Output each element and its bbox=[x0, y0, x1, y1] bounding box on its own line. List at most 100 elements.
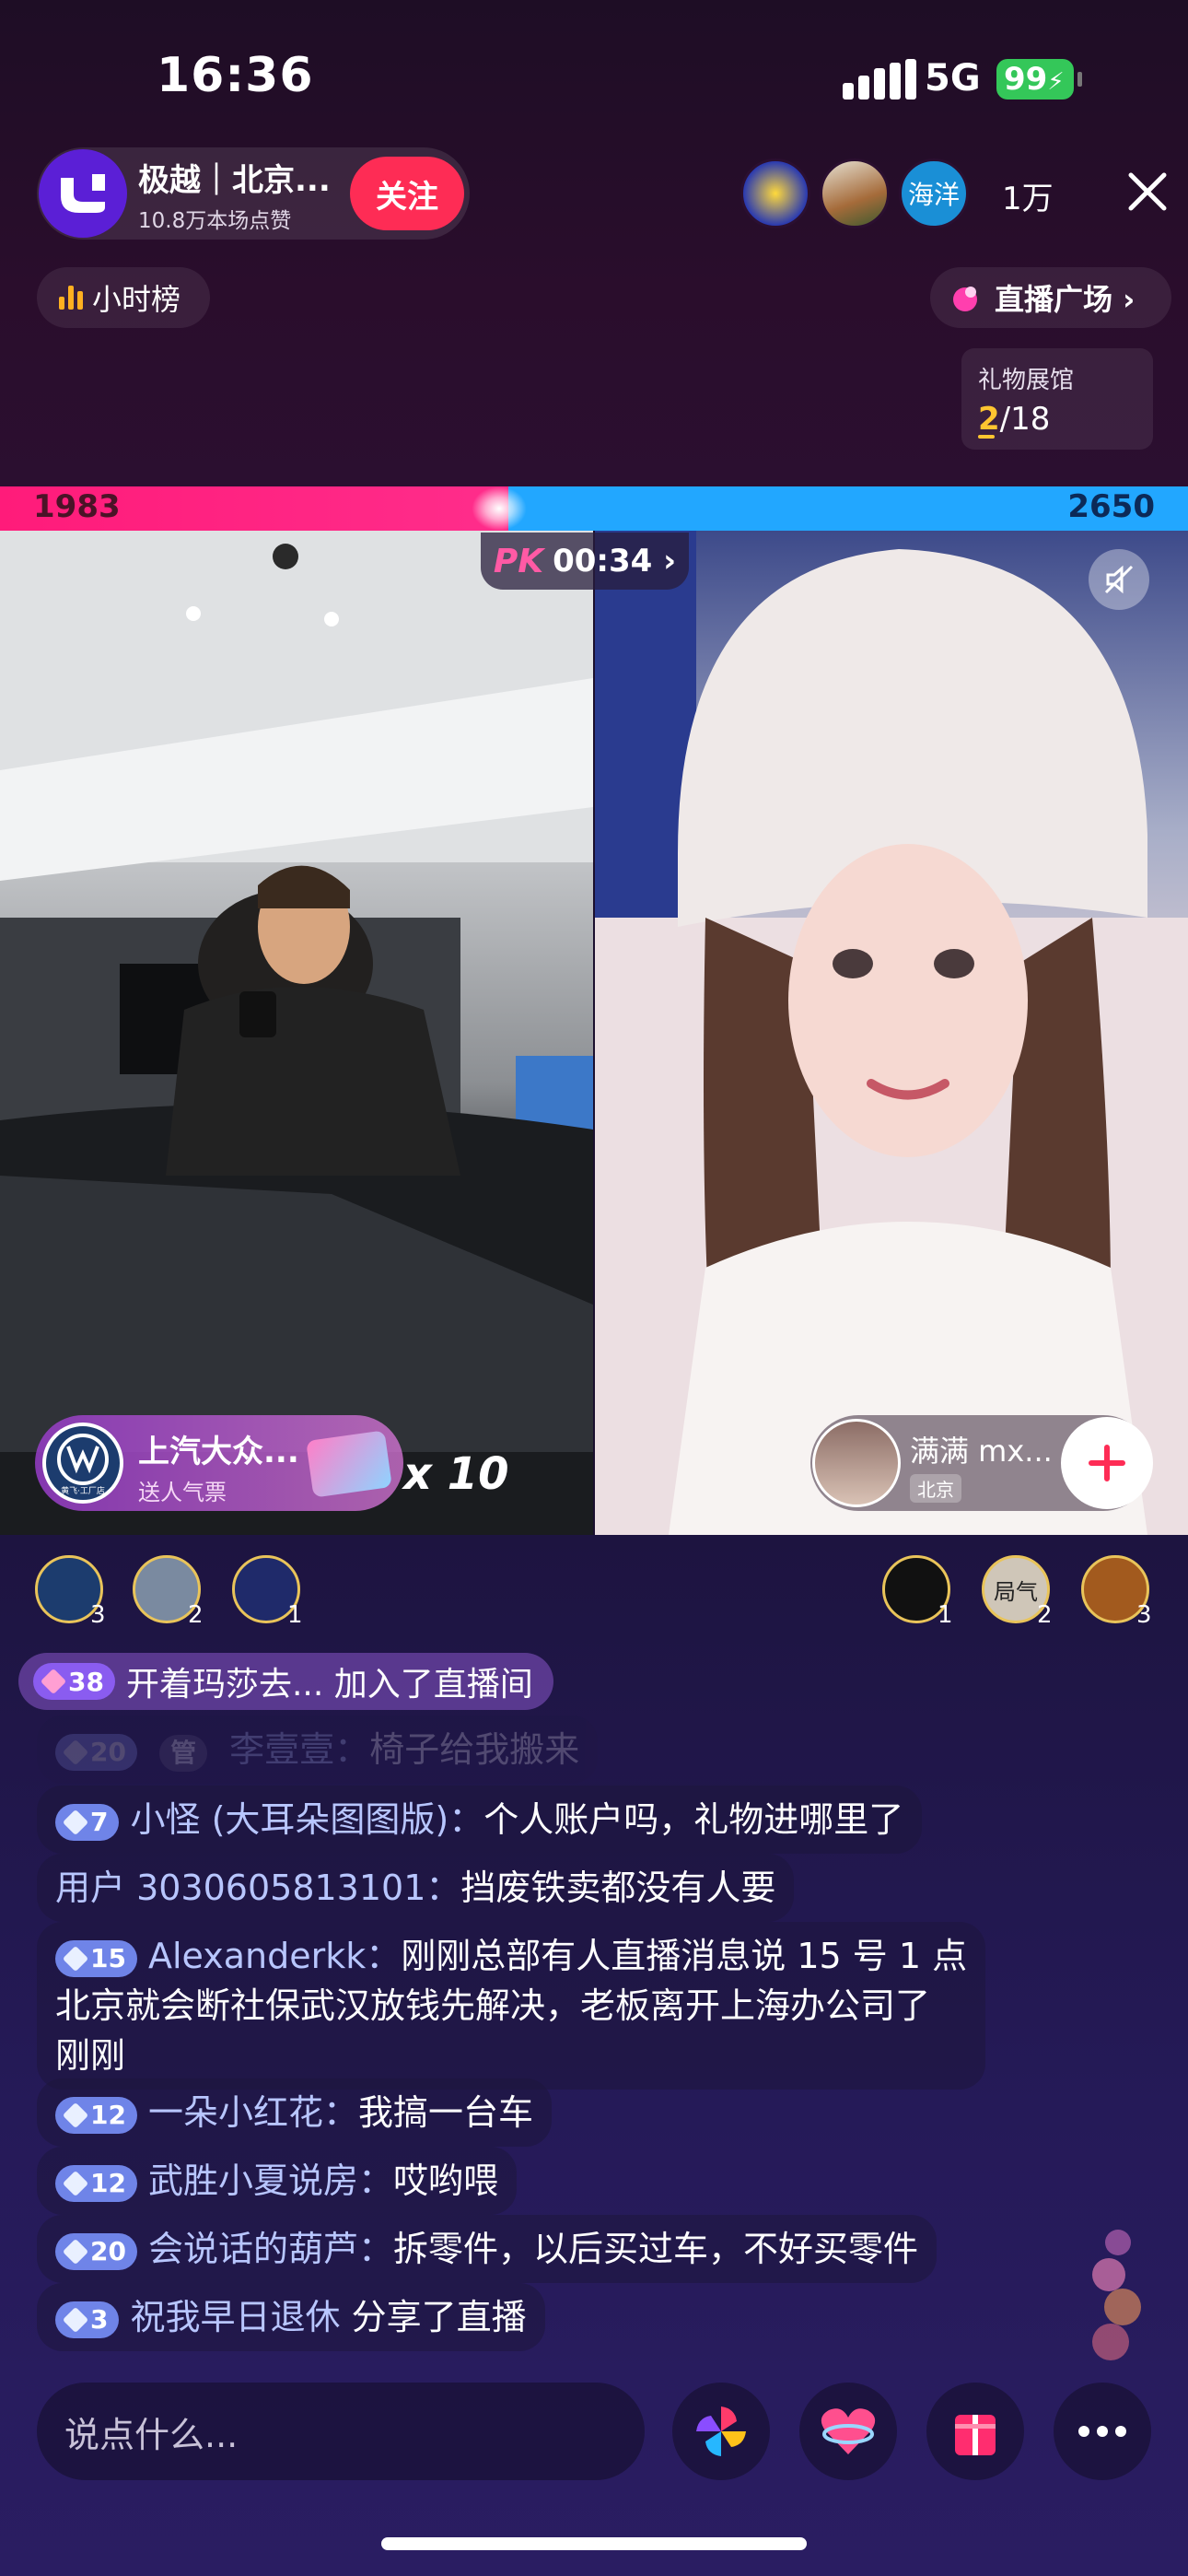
faded-message: 椅子给我搬来 bbox=[369, 1729, 580, 1770]
battery-icon: 99⚡ bbox=[996, 59, 1074, 100]
vw-logo-caption: 黄飞·工厂店 bbox=[61, 1485, 105, 1496]
host-avatar[interactable] bbox=[39, 149, 127, 238]
chat-text: 刚刚总部有人直播消息说 15 号 1 点 bbox=[401, 1936, 968, 1976]
gem-icon bbox=[62, 2170, 89, 2197]
chat-message[interactable]: 20 会说话的葫芦：拆零件，以后买过车，不好买零件 bbox=[37, 2215, 937, 2283]
join-text: 开着玛莎去... 加入了直播间 bbox=[125, 1666, 533, 1704]
chat-text: 分享了直播 bbox=[340, 2297, 527, 2337]
chat-text: 哎哟喂 bbox=[392, 2160, 498, 2201]
contributor-rank: 2 bbox=[188, 1601, 204, 1629]
sponsor-name: 上汽大众... bbox=[138, 1434, 299, 1470]
contributor-rank: 2 bbox=[1037, 1601, 1053, 1629]
gem-icon bbox=[62, 1945, 89, 1973]
chat-message-faded: 20 管 李壹壹：椅子给我搬来 bbox=[37, 1715, 599, 1784]
hourly-rank-button[interactable]: 小时榜 bbox=[37, 267, 210, 328]
chat-level: 20 bbox=[90, 2236, 126, 2266]
gift-hall-title: 礼物展馆 bbox=[978, 367, 1075, 394]
chat-text: 个人账户吗，礼物进哪里了 bbox=[483, 1799, 904, 1840]
plaza-icon bbox=[953, 287, 977, 311]
viewer-avatar-1[interactable] bbox=[740, 158, 810, 228]
hourly-rank-label: 小时榜 bbox=[92, 282, 181, 317]
contributor-rank: 1 bbox=[287, 1601, 303, 1629]
chat-user[interactable]: 武胜小夏说房： bbox=[148, 2160, 393, 2201]
jiyue-logo-icon bbox=[61, 174, 105, 213]
admin-tag: 管 bbox=[159, 1735, 208, 1772]
join-notice: 38 开着玛莎去... 加入了直播间 bbox=[18, 1653, 553, 1710]
host-likes: 10.8万本场点赞 bbox=[138, 209, 292, 233]
guest-avatar[interactable] bbox=[812, 1419, 901, 1507]
chat-user[interactable]: 用户 3030605813101： bbox=[55, 1868, 460, 1908]
chat-level: 12 bbox=[90, 2100, 126, 2130]
gem-icon bbox=[62, 2306, 89, 2334]
chat-user[interactable]: 小怪 (大耳朵图图版)： bbox=[130, 1799, 483, 1840]
pk-right-score: 2650 bbox=[1067, 488, 1155, 525]
chat-message[interactable]: 15 Alexanderkk：刚刚总部有人直播消息说 15 号 1 点北京就会断社… bbox=[37, 1922, 986, 2090]
contributor-rank: 3 bbox=[1136, 1601, 1152, 1629]
mute-button[interactable] bbox=[1089, 549, 1149, 610]
host-video-scene bbox=[0, 531, 593, 1535]
follow-guest-button[interactable] bbox=[1061, 1417, 1153, 1509]
gift-hall-total: /18 bbox=[999, 401, 1051, 438]
guest-location: 北京 bbox=[910, 1474, 961, 1503]
join-level: 38 bbox=[68, 1666, 104, 1697]
pk-score-bar bbox=[0, 486, 1188, 531]
gift-multiplier: x 10 bbox=[403, 1448, 509, 1500]
mute-icon bbox=[1104, 565, 1134, 594]
gem-icon bbox=[62, 1739, 89, 1766]
like-button[interactable] bbox=[799, 2383, 897, 2480]
battery-tip bbox=[1077, 72, 1082, 87]
pk-timer[interactable]: PK 00:34 › bbox=[481, 533, 689, 590]
chat-message[interactable]: 12 武胜小夏说房：哎哟喂 bbox=[37, 2147, 517, 2215]
viewer-count[interactable]: 1万 bbox=[1002, 173, 1054, 218]
guest-video[interactable] bbox=[595, 531, 1188, 1535]
contributor-rank: 1 bbox=[938, 1601, 953, 1629]
gift-hall[interactable]: 礼物展馆 2/18 bbox=[961, 348, 1153, 450]
battery-level: 99 bbox=[1004, 61, 1048, 98]
viewer-avatar-3[interactable]: 海洋 bbox=[899, 158, 969, 228]
home-indicator[interactable] bbox=[381, 2537, 807, 2550]
level-badge: 15 bbox=[55, 1940, 137, 1977]
chat-level: 15 bbox=[90, 1943, 126, 1973]
chat-message[interactable]: 用户 3030605813101：挡废铁卖都没有人要 bbox=[37, 1854, 795, 1922]
comment-input[interactable]: 说点什么... bbox=[37, 2383, 645, 2480]
gem-icon bbox=[40, 1668, 67, 1695]
live-plaza-button[interactable]: 直播广场 › bbox=[930, 267, 1171, 328]
contributor-rank: 3 bbox=[90, 1601, 106, 1629]
gift-hall-progress bbox=[978, 435, 995, 439]
guest-video-scene bbox=[595, 531, 1188, 1535]
chat-user[interactable]: 会说话的葫芦： bbox=[148, 2229, 393, 2269]
heart-icon bbox=[821, 2408, 876, 2454]
level-badge: 12 bbox=[55, 2097, 137, 2134]
gem-icon bbox=[62, 1809, 89, 1836]
gift-button[interactable] bbox=[926, 2383, 1024, 2480]
level-badge: 20 bbox=[55, 2233, 137, 2270]
signal-icon bbox=[843, 59, 916, 100]
chat-user[interactable]: Alexanderkk： bbox=[148, 1936, 401, 1976]
chat-level: 7 bbox=[90, 1807, 109, 1837]
more-button[interactable] bbox=[1054, 2383, 1151, 2480]
pk-timer-value: 00:34 › bbox=[553, 543, 677, 580]
chat-level: 3 bbox=[90, 2304, 109, 2335]
level-badge: 12 bbox=[55, 2165, 137, 2202]
chat-user[interactable]: 一朵小红花： bbox=[148, 2092, 358, 2133]
chat-level: 12 bbox=[90, 2168, 126, 2198]
faded-user: 李壹壹： bbox=[229, 1729, 370, 1770]
chat-message[interactable]: 12 一朵小红花：我搞一台车 bbox=[37, 2078, 552, 2147]
network-type: 5G bbox=[925, 57, 981, 100]
gift-hall-current: 2 bbox=[978, 401, 1000, 438]
host-video[interactable] bbox=[0, 531, 593, 1535]
sponsor-sub: 送人气票 bbox=[138, 1480, 227, 1505]
pinwheel-button[interactable] bbox=[672, 2383, 770, 2480]
pk-spark bbox=[472, 486, 528, 531]
pinwheel-icon bbox=[696, 2406, 746, 2456]
chat-message[interactable]: 3 祝我早日退休 分享了直播 bbox=[37, 2283, 545, 2351]
viewer-avatar-2[interactable] bbox=[820, 158, 890, 228]
chat-message[interactable]: 7 小怪 (大耳朵图图版)：个人账户吗，礼物进哪里了 bbox=[37, 1786, 923, 1854]
close-icon[interactable] bbox=[1122, 166, 1173, 217]
gift-icon bbox=[955, 2415, 996, 2455]
chat-user[interactable]: 祝我早日退休 bbox=[130, 2297, 340, 2337]
guest-name: 满满 mx... bbox=[910, 1434, 1053, 1469]
chat-text-line2: 北京就会断社保武汉放钱先解决，老板离开上海办公司了 bbox=[55, 1985, 931, 2026]
follow-button[interactable]: 关注 bbox=[350, 157, 464, 230]
level-badge: 38 bbox=[33, 1663, 115, 1700]
